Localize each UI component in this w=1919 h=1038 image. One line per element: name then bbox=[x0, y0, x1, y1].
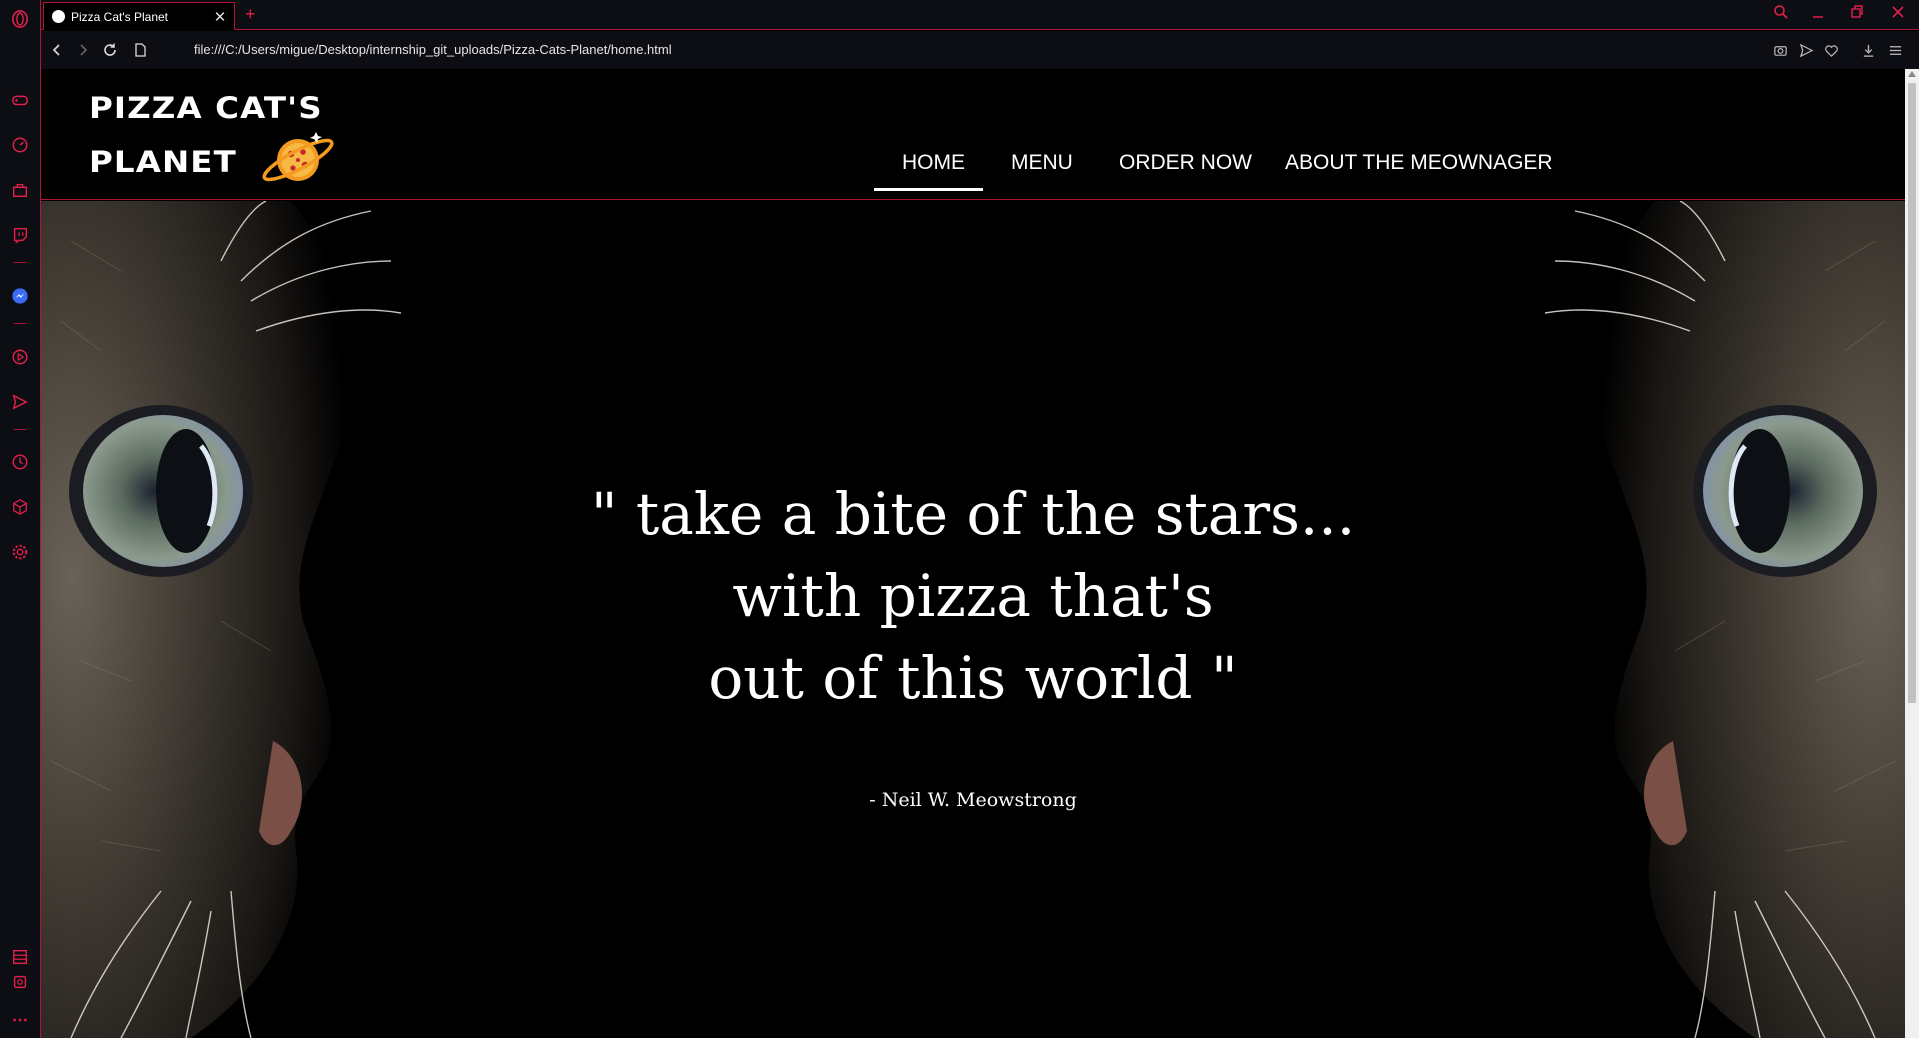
restore-icon[interactable] bbox=[1850, 4, 1864, 24]
scrollbar-thumb[interactable] bbox=[1908, 83, 1916, 703]
search-icon[interactable] bbox=[1773, 4, 1789, 24]
site-header: PIZZA CAT'S PLANET HOME MENU ORDER NOW A… bbox=[41, 69, 1905, 200]
history-icon[interactable] bbox=[10, 452, 30, 472]
cube-icon[interactable] bbox=[10, 497, 30, 517]
camera-icon[interactable] bbox=[1771, 41, 1789, 59]
speedometer-icon[interactable] bbox=[10, 135, 30, 155]
logo-line-1[interactable]: PIZZA CAT'S bbox=[89, 91, 323, 125]
nav-order-now[interactable]: ORDER NOW bbox=[1119, 151, 1252, 175]
address-bar: file:///C:/Users/migue/Desktop/internshi… bbox=[41, 31, 1919, 69]
more-icon[interactable] bbox=[10, 1010, 30, 1030]
snapshot-icon[interactable] bbox=[10, 972, 30, 992]
quote-line-3: out of this world " bbox=[708, 644, 1238, 712]
url-field[interactable]: file:///C:/Users/migue/Desktop/internshi… bbox=[194, 42, 672, 57]
send-icon[interactable] bbox=[1797, 41, 1815, 59]
new-tab-button[interactable]: + bbox=[245, 4, 256, 25]
player-icon[interactable] bbox=[10, 347, 30, 367]
close-tab-icon[interactable]: ✕ bbox=[210, 8, 230, 26]
quote-line-1: " take a bite of the stars... bbox=[590, 480, 1356, 548]
page-viewport: PIZZA CAT'S PLANET HOME MENU ORDER NOW A… bbox=[41, 69, 1905, 1038]
page-scrollbar[interactable] bbox=[1905, 69, 1919, 1038]
gamepad-icon[interactable] bbox=[10, 90, 30, 110]
close-window-icon[interactable] bbox=[1891, 4, 1905, 24]
tab-bar: Pizza Cat's Planet ✕ + bbox=[41, 0, 1919, 30]
tab-title: Pizza Cat's Planet bbox=[71, 9, 169, 24]
globe-icon bbox=[52, 10, 65, 23]
pizza-planet-icon bbox=[262, 132, 334, 182]
tabs-icon[interactable] bbox=[10, 947, 30, 967]
nav-about-the-meownager[interactable]: ABOUT THE MEOWNAGER bbox=[1285, 151, 1553, 175]
download-icon[interactable] bbox=[1859, 41, 1877, 59]
logo-line-2[interactable]: PLANET bbox=[89, 145, 237, 179]
easy-setup-icon[interactable] bbox=[1886, 41, 1904, 59]
sidebar-separator bbox=[14, 429, 26, 430]
hero-section: " take a bite of the stars... with pizza… bbox=[41, 201, 1905, 1038]
sidebar-separator bbox=[14, 323, 26, 324]
sidebar-separator bbox=[14, 262, 26, 263]
messenger-icon[interactable] bbox=[10, 286, 30, 306]
browser-tab[interactable]: Pizza Cat's Planet ✕ bbox=[43, 2, 235, 30]
opera-logo-icon[interactable] bbox=[10, 9, 30, 29]
settings-icon[interactable] bbox=[10, 542, 30, 562]
quote-line-2: with pizza that's bbox=[732, 562, 1214, 630]
quote-author: - Neil W. Meowstrong bbox=[869, 789, 1077, 811]
minimize-icon[interactable] bbox=[1811, 4, 1825, 24]
active-nav-underline bbox=[874, 188, 983, 191]
browser-sidebar bbox=[0, 0, 41, 1038]
heart-icon[interactable] bbox=[1822, 41, 1840, 59]
briefcase-icon[interactable] bbox=[10, 180, 30, 200]
file-icon bbox=[130, 40, 150, 60]
send-icon[interactable] bbox=[10, 392, 30, 412]
twitch-icon[interactable] bbox=[10, 225, 30, 245]
reload-icon[interactable] bbox=[100, 40, 120, 60]
scroll-up-icon[interactable] bbox=[1908, 71, 1916, 77]
forward-icon[interactable] bbox=[73, 40, 93, 60]
nav-home[interactable]: HOME bbox=[902, 151, 965, 175]
back-icon[interactable] bbox=[47, 40, 67, 60]
nav-menu[interactable]: MENU bbox=[1011, 151, 1073, 175]
